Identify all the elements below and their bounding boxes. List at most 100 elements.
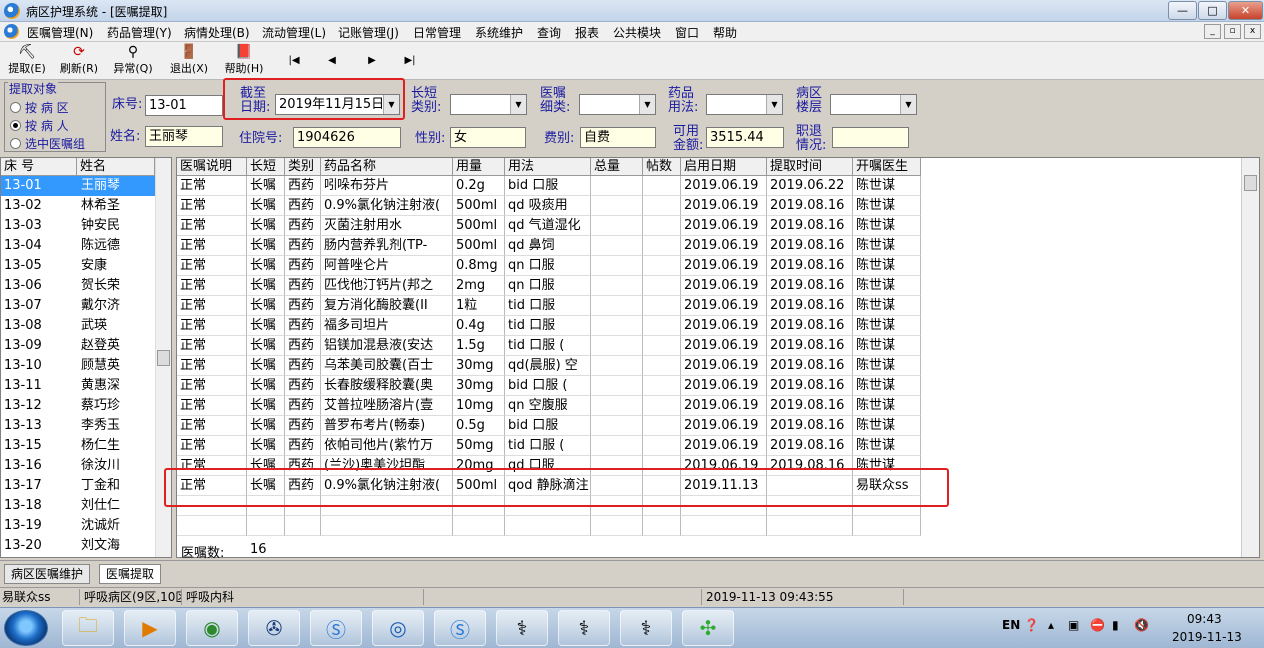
order-row[interactable]: 正常 长嘱 西药 依帕司他片(紫竹万 50mg tid 口服 (2019.06.19 201… [177, 436, 921, 456]
mdi-close-button[interactable]: x [1244, 24, 1261, 39]
bed-row[interactable]: 13-01 王丽琴 [1, 176, 155, 196]
mdi-restore-button[interactable]: ▫ [1224, 24, 1241, 39]
order-row[interactable]: 正常 长嘱 西药 肠内营养乳剂(TP- 500ml qd 鼻饲 2019.06.19 2019… [177, 236, 921, 256]
order-row[interactable]: 正常 长嘱 西药 阿普唑仑片 0.8mg qn 口服 2019.06.19 2019.08.1… [177, 256, 921, 276]
bed-row[interactable]: 13-15 杨仁生 [1, 436, 155, 456]
tab-order-extract[interactable]: 医嘱提取 [99, 564, 162, 584]
menu-billing[interactable]: 记账管理(J) [337, 24, 400, 41]
bed-row[interactable]: 13-04 陈远德 [1, 236, 155, 256]
dropdown-arrow-icon[interactable]: ▼ [900, 95, 916, 114]
packs-col-header[interactable]: 帖数 [643, 158, 681, 176]
power-icon[interactable]: ▮ [1112, 618, 1119, 632]
help-tray-icon[interactable]: ❓ [1024, 618, 1039, 632]
order-row[interactable]: 正常 长嘱 西药 长春胺缓释胶囊(奥 30mg bid 口服 (2019.06.19 201… [177, 376, 921, 396]
order-row[interactable]: 正常 长嘱 西药 复方消化酶胶囊(II 1粒 tid 口服 2019.06.19 2019.0… [177, 296, 921, 316]
order-row[interactable]: 正常 长嘱 西药 匹伐他汀钙片(邦之 2mg qn 口服 2019.06.19 2019.08… [177, 276, 921, 296]
menu-query[interactable]: 查询 [536, 24, 562, 41]
bed-row[interactable]: 13-07 戴尔济 [1, 296, 155, 316]
clock-date[interactable]: 2019-11-13 [1172, 630, 1242, 644]
name-col-header[interactable]: 姓名 [77, 158, 155, 176]
dropdown-arrow-icon[interactable]: ▼ [766, 95, 782, 114]
his-app-icon[interactable]: Ⓢ [310, 610, 362, 646]
bed-row[interactable]: 13-03 钟安民 [1, 216, 155, 236]
clock-time[interactable]: 09:43 [1187, 612, 1222, 626]
bed-field[interactable]: 13-01 [145, 95, 223, 116]
bed-col-header[interactable]: 床 号 [1, 158, 77, 176]
order-detail-select[interactable]: ▼ [579, 94, 656, 115]
bed-row[interactable]: 13-02 林希圣 [1, 196, 155, 216]
bed-row[interactable]: 13-11 黄惠深 [1, 376, 155, 396]
nurse-app-icon-3[interactable]: ⚕ [620, 610, 672, 646]
radio-selected-group[interactable]: 选中医嘱组 [10, 135, 85, 152]
radio-by-patient[interactable]: 按 病 人 [10, 117, 69, 134]
start-date-col-header[interactable]: 启用日期 [681, 158, 767, 176]
order-row[interactable]: 正常 长嘱 西药 灭菌注射用水 500ml qd 气道湿化 2019.06.19 2019.0… [177, 216, 921, 236]
menu-system[interactable]: 系统维护 [474, 24, 524, 41]
radio-by-ward[interactable]: 按 病 区 [10, 99, 69, 116]
first-record-button[interactable]: |◀ [284, 52, 304, 70]
menu-drug-management[interactable]: 药品管理(Y) [106, 24, 173, 41]
menu-public[interactable]: 公共模块 [612, 24, 662, 41]
compass-app-icon[interactable]: ✇ [248, 610, 300, 646]
menu-flow[interactable]: 流动管理(L) [261, 24, 327, 41]
last-record-button[interactable]: ▶| [400, 52, 420, 70]
help-button[interactable]: 📕 帮助(H) [220, 44, 268, 78]
dropdown-arrow-icon[interactable]: ▼ [639, 95, 655, 114]
minimize-button[interactable]: — [1168, 1, 1197, 20]
scroll-thumb[interactable] [1244, 175, 1257, 191]
radio-circle-selected[interactable] [10, 120, 21, 131]
doctor-col-header[interactable]: 开嘱医生 [853, 158, 921, 176]
menu-report[interactable]: 报表 [574, 24, 600, 41]
radio-circle[interactable] [10, 102, 21, 113]
his-app-icon-2[interactable]: Ⓢ [434, 610, 486, 646]
bed-row[interactable]: 13-10 顾慧英 [1, 356, 155, 376]
close-button[interactable]: ✕ [1228, 1, 1263, 20]
dosage-col-header[interactable]: 用量 [453, 158, 505, 176]
maximize-button[interactable]: □ [1198, 1, 1227, 20]
network-status-icon[interactable]: ⛔ [1090, 618, 1105, 632]
bed-row[interactable]: 13-17 丁金和 [1, 476, 155, 496]
term-col-header[interactable]: 长短 [247, 158, 285, 176]
bed-row[interactable]: 13-18 刘仕仁 [1, 496, 155, 516]
menu-help[interactable]: 帮助 [712, 24, 738, 41]
network-app-icon[interactable]: ✣ [682, 610, 734, 646]
order-grid-scrollbar[interactable] [1241, 158, 1259, 557]
menu-order-management[interactable]: 医嘱管理(N) [26, 24, 94, 41]
mdi-minimize-button[interactable]: _ [1204, 24, 1221, 39]
order-row[interactable]: 正常 长嘱 西药 吲哚布芬片 0.2g bid 口服 2019.06.19 2019.06.2… [177, 176, 921, 196]
order-row[interactable]: 正常 长嘱 西药 福多司坦片 0.4g tid 口服 2019.06.19 2019.08.1… [177, 316, 921, 336]
refresh-button[interactable]: ⟳ 刷新(R) [56, 44, 102, 78]
exit-button[interactable]: 🚪 退出(X) [166, 44, 212, 78]
drug-name-col-header[interactable]: 药品名称 [321, 158, 453, 176]
globe-app-icon[interactable]: ◎ [372, 610, 424, 646]
bed-row[interactable]: 13-16 徐汝川 [1, 456, 155, 476]
next-record-button[interactable]: ▶ [362, 52, 382, 70]
order-row[interactable]: 正常 长嘱 西药 0.9%氯化钠注射液(500ml qd 吸痰用 2019.06.19 20… [177, 196, 921, 216]
menu-window[interactable]: 窗口 [674, 24, 700, 41]
chrome-icon[interactable]: ◉ [186, 610, 238, 646]
usage-col-header[interactable]: 用法 [505, 158, 591, 176]
order-row[interactable]: 正常 长嘱 西药 艾普拉唑肠溶片(壹 10mg qn 空腹服 2019.06.19 2019.… [177, 396, 921, 416]
total-col-header[interactable]: 总量 [591, 158, 643, 176]
tab-ward-order-maintenance[interactable]: 病区医嘱维护 [4, 564, 91, 584]
start-button[interactable] [4, 610, 48, 646]
bed-row[interactable]: 13-13 李秀玉 [1, 416, 155, 436]
bed-row[interactable]: 13-06 贺长荣 [1, 276, 155, 296]
extract-button[interactable]: ⛏ 提取(E) [4, 44, 50, 78]
drug-usage-select[interactable]: ▼ [706, 94, 783, 115]
extract-time-col-header[interactable]: 提取时间 [767, 158, 853, 176]
ward-floor-select[interactable]: ▼ [830, 94, 917, 115]
file-explorer-icon[interactable]: 🗀 [62, 610, 114, 646]
menu-daily[interactable]: 日常管理 [412, 24, 462, 41]
category-col-header[interactable]: 类别 [285, 158, 321, 176]
dropdown-arrow-icon[interactable]: ▼ [510, 95, 526, 114]
term-type-select[interactable]: ▼ [450, 94, 527, 115]
order-row[interactable]: 正常 长嘱 西药 普罗布考片(畅泰) 0.5g bid 口服 2019.06.19 2019.… [177, 416, 921, 436]
bed-row[interactable]: 13-20 刘文海 [1, 536, 155, 556]
language-indicator[interactable]: EN [1002, 618, 1020, 632]
nurse-app-icon[interactable]: ⚕ [496, 610, 548, 646]
abnormal-button[interactable]: ⚲ 异常(Q) [108, 44, 158, 78]
tray-arrow-icon[interactable]: ▴ [1048, 618, 1054, 632]
order-row[interactable]: 正常 长嘱 西药 铝镁加混悬液(安达 1.5g tid 口服 (2019.06.19 201… [177, 336, 921, 356]
bed-row[interactable]: 13-12 蔡巧珍 [1, 396, 155, 416]
